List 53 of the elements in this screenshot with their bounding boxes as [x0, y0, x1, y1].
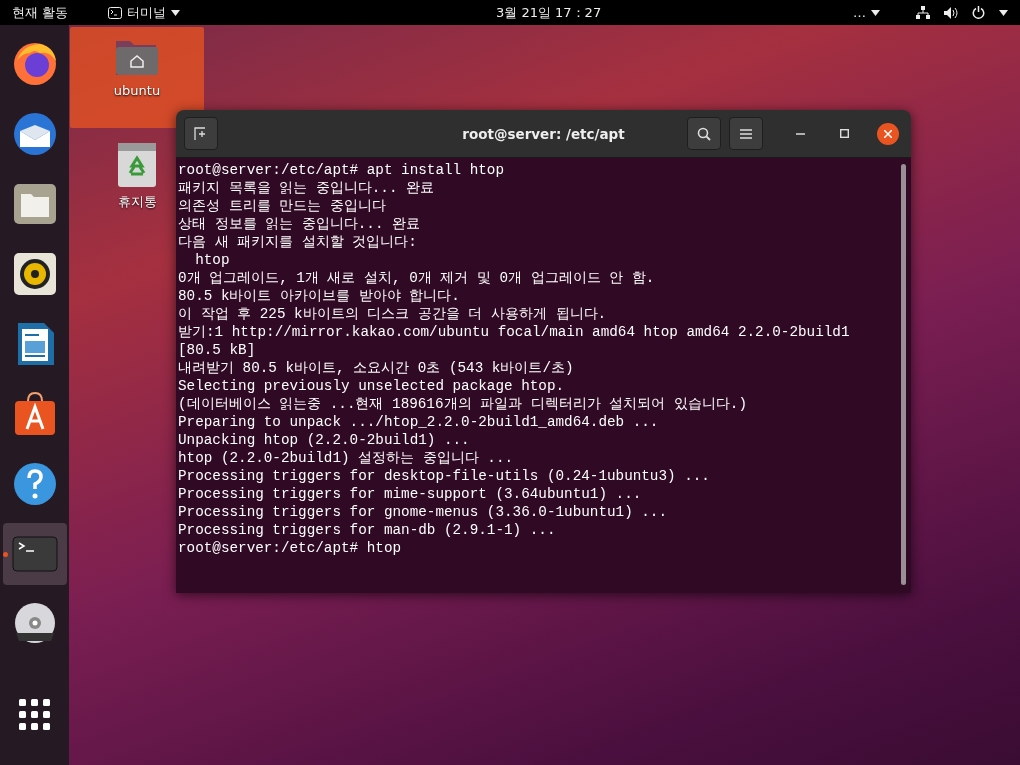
- terminal-line: Processing triggers for desktop-file-utils (0.24-1ubuntu3) ...: [178, 467, 711, 485]
- terminal-icon: [108, 6, 123, 19]
- terminal-line: root@server:/etc/apt# htop: [178, 539, 403, 557]
- folder-icon: [11, 181, 58, 227]
- terminal-line: Preparing to unpack .../htop_2.2.0-2build1_amd64.deb ...: [178, 413, 660, 431]
- power-icon: [972, 6, 985, 19]
- firefox-icon: [11, 41, 58, 87]
- help-icon: [11, 461, 58, 507]
- app-grid-icon: [19, 698, 50, 730]
- terminal-line: root@server:/etc/apt# apt install htop: [178, 161, 506, 179]
- terminal-line: 내려받기 80.5 k바이트, 소요시간 0초 (543 k바이트/초): [178, 359, 575, 377]
- caret-icon: [999, 9, 1008, 16]
- terminal-line: htop (2.2.0-2build1) 설정하는 중입니다 ...: [178, 449, 515, 467]
- terminal-line: 이 작업 후 225 k바이트의 디스크 공간을 더 사용하게 됩니다.: [178, 305, 608, 323]
- activities-button[interactable]: 현재 활동: [8, 0, 73, 25]
- overflow-menu[interactable]: …: [849, 0, 884, 25]
- speaker-icon: [11, 251, 58, 297]
- app-menu[interactable]: 터미널: [104, 0, 185, 25]
- terminal-line: 받기:1 http://mirror.kakao.com/ubuntu focal/main amd64 htop amd64 2.2.0-2build1: [178, 323, 851, 341]
- minimize-icon: [795, 132, 805, 135]
- thunderbird-icon: [11, 111, 58, 157]
- maximize-icon: [839, 129, 849, 138]
- menu-button[interactable]: [729, 117, 763, 150]
- trash-icon: [116, 143, 158, 187]
- terminal-line: 의존성 트리를 만드는 중입니다: [178, 197, 387, 215]
- terminal-line: Selecting previously unselected package htop.: [178, 377, 566, 395]
- network-icon: [916, 6, 930, 19]
- close-icon: [884, 129, 892, 138]
- menu-icon: [740, 128, 752, 139]
- terminal-line: 상태 정보를 읽는 중입니다... 완료: [178, 215, 422, 233]
- clock[interactable]: 3월 21일 17：27: [492, 0, 606, 25]
- close-button[interactable]: [877, 122, 899, 145]
- caret-icon: [871, 9, 880, 16]
- terminal-line: 0개 업그레이드, 1개 새로 설치, 0개 제거 및 0개 업그레이드 안 함.: [178, 269, 656, 287]
- scrollbar[interactable]: [901, 164, 906, 585]
- desktop-icon[interactable]: ubuntu: [70, 27, 204, 128]
- terminal-line: Processing triggers for gnome-menus (3.36.0-1ubuntu1) ...: [178, 503, 669, 521]
- new-tab-button[interactable]: [184, 117, 218, 150]
- volume-icon: [944, 6, 958, 19]
- search-button[interactable]: [687, 117, 721, 150]
- terminal-line: Unpacking htop (2.2.0-2build1) ...: [178, 431, 471, 449]
- caret-icon: [171, 9, 181, 16]
- terminal-line: 다음 새 패키지를 설치할 것입니다:: [178, 233, 418, 251]
- terminal-line: (데이터베이스 읽는중 ...현재 189616개의 파일과 디렉터리가 설치되어 있습니다.): [178, 395, 748, 413]
- terminal-line: 패키지 목록을 읽는 중입니다... 완료: [178, 179, 436, 197]
- terminal-line: htop: [194, 251, 231, 269]
- terminal-line: [80.5 kB]: [178, 341, 257, 359]
- terminal-line: Processing triggers for mime-support (3.64ubuntu1) ...: [178, 485, 643, 503]
- new-tab-icon: [194, 126, 208, 141]
- search-icon: [697, 126, 711, 141]
- terminal-line: 80.5 k바이트 아카이브를 받아야 합니다.: [178, 287, 461, 305]
- window-title: root@server: /etc/apt: [462, 125, 625, 142]
- terminal-line: Processing triggers for man-db (2.9.1-1) ...: [178, 521, 557, 539]
